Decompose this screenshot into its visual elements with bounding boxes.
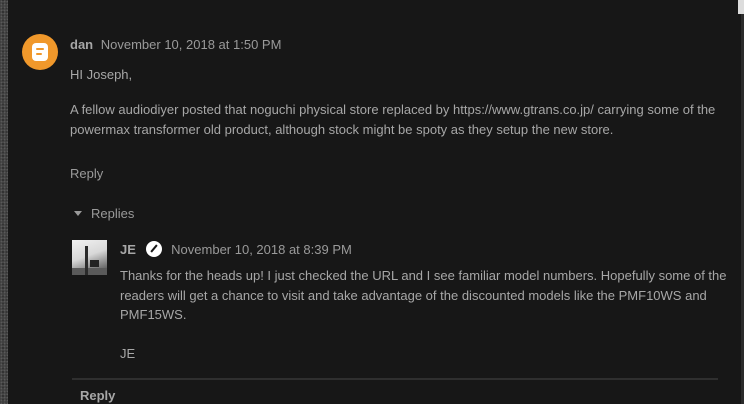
avatar[interactable] xyxy=(72,240,107,275)
page-left-edge xyxy=(0,0,8,404)
reply-author[interactable]: JE xyxy=(120,242,136,257)
blogger-logo-glyph xyxy=(32,43,48,61)
thread-divider xyxy=(72,378,718,380)
caret-down-icon xyxy=(74,211,82,216)
comment-greeting: HI Joseph, xyxy=(70,67,133,82)
comment-body: A fellow audiodiyer posted that noguchi … xyxy=(70,102,716,137)
comment-author[interactable]: dan xyxy=(70,37,93,52)
scrollbar-corner xyxy=(738,0,744,14)
reply-signature: JE xyxy=(120,346,136,361)
reply-body: Thanks for the heads up! I just checked … xyxy=(120,268,727,322)
reply-header: JE November 10, 2018 at 8:39 PM xyxy=(120,241,352,257)
reply-button[interactable]: Reply xyxy=(70,166,103,181)
replies-toggle[interactable]: Replies xyxy=(74,206,134,221)
comment-header: dan November 10, 2018 at 1:50 PM xyxy=(70,37,281,52)
comment-timestamp[interactable]: November 10, 2018 at 1:50 PM xyxy=(101,37,282,52)
reply-timestamp[interactable]: November 10, 2018 at 8:39 PM xyxy=(171,242,352,257)
thread-reply-button[interactable]: Reply xyxy=(80,388,115,403)
replies-label: Replies xyxy=(91,206,135,221)
pencil-icon xyxy=(145,241,162,257)
blogger-icon[interactable] xyxy=(22,34,58,70)
